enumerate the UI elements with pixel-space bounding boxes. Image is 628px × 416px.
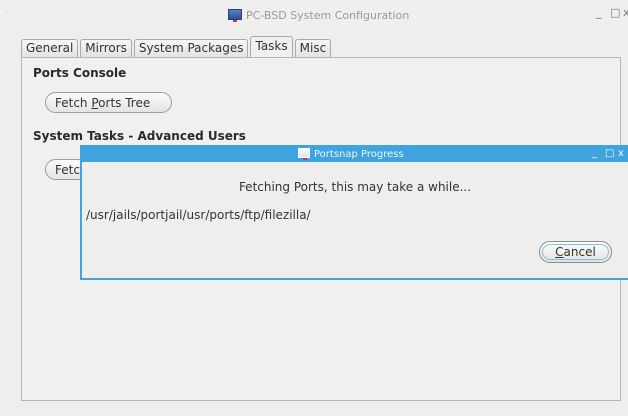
window-menu-icon[interactable]: · (5, 8, 8, 18)
portsnap-progress-dialog: Portsnap Progress _ □ x Fetching Ports, … (80, 145, 628, 280)
dialog-maximize-button[interactable]: □ (605, 148, 614, 160)
progress-message: Fetching Ports, this may take a while... (238, 180, 472, 194)
ports-console-heading: Ports Console (33, 66, 127, 80)
tab-bar: General Mirrors System Packages Tasks Mi… (21, 36, 333, 57)
dialog-title: Portsnap Progress (298, 148, 404, 160)
system-tasks-heading: System Tasks - Advanced Users (33, 129, 246, 143)
tab-misc[interactable]: Misc (294, 39, 332, 57)
fetch-ports-tree-label-suffix: orts Tree (98, 96, 151, 110)
cancel-label-suffix: ancel (563, 245, 596, 259)
window-title: PC-BSD System Configuration (228, 9, 409, 22)
dialog-title-text: Portsnap Progress (314, 149, 404, 160)
tab-general[interactable]: General (21, 39, 79, 57)
app-icon (228, 9, 242, 22)
maximize-button[interactable]: □ (610, 7, 620, 19)
tab-mirrors[interactable]: Mirrors (80, 39, 132, 57)
dialog-close-button[interactable]: x (618, 148, 624, 160)
current-path: /usr/jails/portjail/usr/ports/ftp/filezi… (86, 208, 311, 222)
fetch-ports-tree-label-prefix: Fetch (55, 96, 92, 110)
close-button[interactable]: x (623, 7, 628, 19)
dialog-app-icon (298, 148, 310, 160)
main-titlebar[interactable]: · PC-BSD System Configuration _ □ x (0, 0, 628, 32)
minimize-button[interactable]: _ (596, 7, 602, 19)
cancel-mnemonic: C (555, 245, 564, 259)
tab-tasks[interactable]: Tasks (250, 36, 293, 57)
dialog-titlebar[interactable]: Portsnap Progress _ □ x (82, 147, 628, 162)
dialog-minimize-button[interactable]: _ (592, 148, 597, 160)
cancel-button[interactable]: Cancel (539, 241, 612, 263)
fetch-ports-tree-button[interactable]: Fetch Ports Tree (45, 92, 172, 113)
window-title-text: PC-BSD System Configuration (246, 9, 410, 22)
tab-system-packages[interactable]: System Packages (133, 39, 249, 57)
